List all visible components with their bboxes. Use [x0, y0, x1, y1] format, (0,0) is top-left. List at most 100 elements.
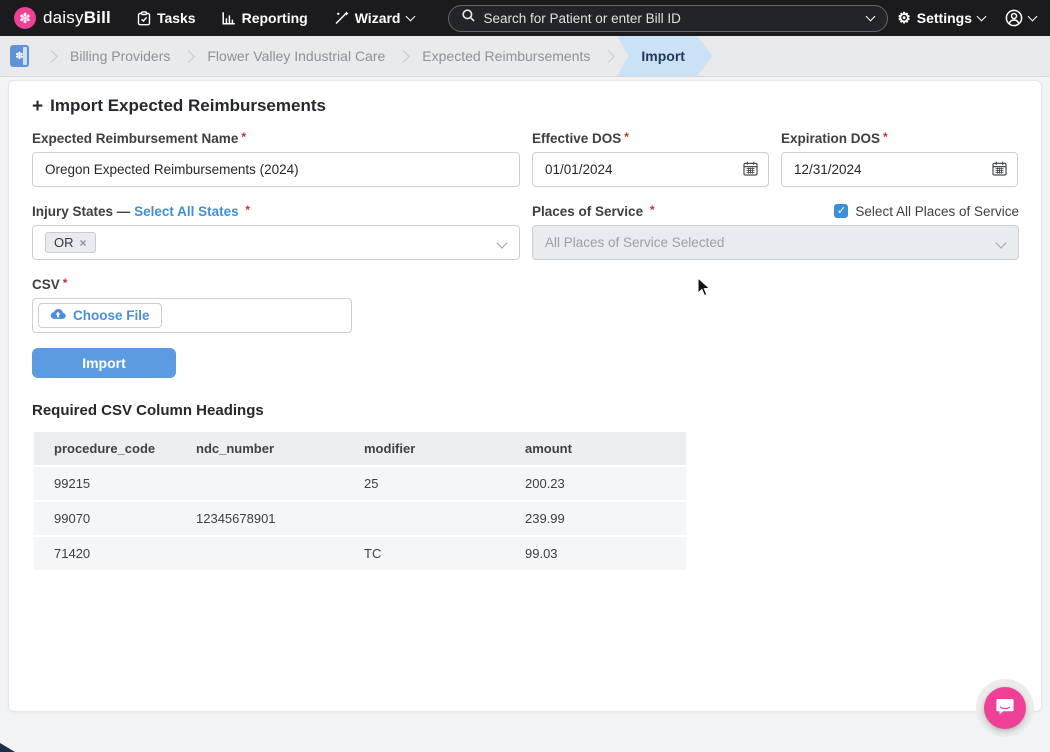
nav-tasks-label: Tasks [156, 10, 196, 26]
cell: 200.23 [505, 465, 686, 501]
effective-dos-label: Effective DOS * [532, 130, 629, 146]
breadcrumb-separator-icon [45, 49, 58, 63]
cell: 25 [344, 465, 505, 501]
effective-dos-group: Effective DOS * [532, 130, 769, 187]
daisybill-logo[interactable]: ✽ daisyBill [14, 7, 111, 29]
cell: 99.03 [505, 535, 686, 570]
cell: TC [344, 535, 505, 570]
csv-field-group: CSV * Choose File [32, 276, 1018, 333]
import-form-card: + Import Expected Reimbursements Expecte… [8, 80, 1042, 712]
cell: 99215 [34, 465, 176, 501]
cloud-upload-icon [50, 308, 66, 323]
required-asterisk: * [883, 130, 888, 144]
breadcrumb-separator-icon [397, 49, 411, 63]
cell: 239.99 [505, 500, 686, 536]
cell: 99070 [34, 500, 176, 536]
search-input[interactable] [483, 10, 858, 26]
reimbursement-name-input[interactable] [32, 152, 520, 187]
effective-dos-input[interactable] [532, 152, 769, 187]
injury-states-multiselect[interactable]: OR × [32, 225, 520, 260]
csv-table-title: Required CSV Column Headings [32, 402, 264, 419]
col-modifier: modifier [344, 432, 505, 466]
state-tag-or: OR × [45, 232, 96, 253]
checkbox-checked-icon[interactable]: ✓ [834, 204, 849, 218]
chevron-down-icon [995, 237, 1007, 249]
cell: 71420 [34, 535, 176, 570]
required-asterisk: * [649, 203, 655, 217]
nav-reporting-label: Reporting [241, 10, 308, 26]
expiration-dos-input[interactable] [781, 152, 1018, 187]
select-all-places-label: Select All Places of Service [855, 203, 1019, 219]
dash-separator: — [116, 204, 131, 219]
import-button[interactable]: Import [32, 348, 176, 378]
injury-states-group: Injury States — Select All States * OR × [32, 203, 520, 260]
user-avatar-icon [1005, 9, 1023, 27]
expiration-dos-group: Expiration DOS * [781, 130, 1018, 187]
billing-provider-book-icon[interactable]: ✽ [10, 45, 29, 67]
csv-headings-table: procedure_code ndc_number modifier amoun… [34, 432, 686, 570]
chat-bubble-icon [995, 696, 1015, 721]
breadcrumb: ✽ Billing Providers Flower Valley Indust… [0, 36, 1050, 77]
col-amount: amount [505, 432, 686, 466]
breadcrumb-billing-providers[interactable]: Billing Providers [70, 48, 170, 64]
places-of-service-label: Places of Service * [532, 203, 655, 219]
breadcrumb-expected-reimbursements[interactable]: Expected Reimbursements [422, 48, 590, 64]
nav-reporting[interactable]: Reporting [222, 10, 308, 26]
name-field-group: Expected Reimbursement Name * [32, 130, 520, 187]
nav-settings[interactable]: ⚙ Settings [897, 9, 987, 27]
brand-name: daisyBill [43, 8, 111, 27]
remove-tag-icon[interactable]: × [80, 236, 87, 250]
csv-file-dropzone[interactable]: Choose File [32, 298, 352, 333]
required-asterisk: * [241, 130, 246, 144]
global-search[interactable] [447, 4, 888, 32]
search-chevron-down-icon[interactable] [865, 11, 875, 22]
settings-chevron-down-icon [976, 11, 987, 22]
table-row: 99215 25 200.23 [34, 465, 686, 501]
required-asterisk: * [624, 130, 629, 144]
chevron-down-icon [405, 11, 415, 22]
magic-wand-icon [334, 11, 349, 25]
calendar-icon[interactable] [743, 161, 758, 181]
nav-settings-label: Settings [916, 10, 972, 26]
cell: 12345678901 [176, 500, 344, 536]
cell [344, 500, 505, 536]
select-all-states-link[interactable]: Select All States [134, 204, 239, 219]
nav-account-menu[interactable] [1005, 9, 1038, 27]
name-field-label: Expected Reimbursement Name * [32, 130, 246, 146]
cell [176, 535, 344, 570]
corner-artifact [0, 743, 15, 752]
injury-states-label: Injury States — Select All States * [32, 203, 251, 219]
required-asterisk: * [245, 203, 251, 217]
breadcrumb-separator-icon [602, 49, 616, 63]
clipboard-check-icon [137, 10, 151, 26]
breadcrumb-import-active[interactable]: Import [617, 36, 713, 76]
table-row: 99070 12345678901 239.99 [34, 500, 686, 536]
gear-icon: ⚙ [897, 9, 911, 27]
chevron-down-icon [496, 237, 508, 249]
cell [176, 465, 344, 501]
top-nav: ✽ daisyBill Tasks Reporting Wizard Searc… [0, 0, 1050, 36]
expiration-dos-label: Expiration DOS * [781, 130, 888, 146]
nav-wizard-label: Wizard [354, 10, 401, 26]
daisy-flower-icon: ✽ [14, 7, 36, 29]
chat-launcher-button[interactable] [984, 687, 1026, 729]
places-of-service-group: Places of Service * ✓ Select All Places … [532, 203, 1019, 260]
search-icon [461, 9, 475, 27]
table-header-row: procedure_code ndc_number modifier amoun… [34, 432, 686, 466]
nav-wizard[interactable]: Wizard [334, 10, 415, 26]
breadcrumb-flower-valley[interactable]: Flower Valley Industrial Care [207, 48, 385, 64]
breadcrumb-separator-icon [182, 49, 196, 63]
select-all-places-checkbox-row[interactable]: ✓ Select All Places of Service [834, 204, 1019, 219]
col-procedure-code: procedure_code [34, 432, 176, 466]
required-asterisk: * [62, 276, 68, 290]
csv-label: CSV * [32, 276, 68, 292]
choose-file-button[interactable]: Choose File [38, 303, 162, 328]
page-title: + Import Expected Reimbursements [32, 95, 326, 117]
bar-chart-icon [222, 11, 236, 25]
calendar-icon[interactable] [992, 161, 1007, 181]
table-row: 71420 TC 99.03 [34, 535, 686, 570]
nav-tasks[interactable]: Tasks [137, 10, 196, 26]
account-chevron-down-icon [1027, 11, 1038, 22]
places-of-service-select: All Places of Service Selected [532, 225, 1019, 260]
plus-icon: + [32, 95, 44, 117]
